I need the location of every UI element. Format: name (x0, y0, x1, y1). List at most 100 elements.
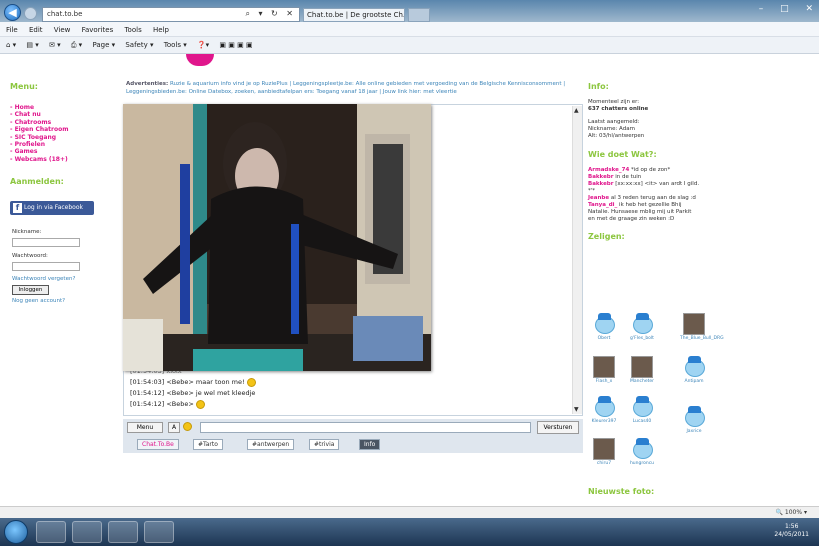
chat-messages: [01:54:03] xxxx [01:54:03] <Bebe> maar t… (130, 366, 570, 410)
right-sidebar: Info: Momenteel zijn er: 637 chatters on… (588, 82, 728, 241)
app-taskbar-icon[interactable] (72, 521, 102, 543)
webcam-frame-image (123, 104, 431, 371)
tab-info[interactable]: Info (359, 439, 381, 450)
system-clock[interactable]: 1:56 24/05/2011 (774, 523, 809, 539)
avatar-bird-icon (631, 396, 653, 418)
facebook-icon: f (13, 203, 22, 213)
menu-tools[interactable]: Tools (124, 26, 141, 34)
login-button[interactable]: Inloggen (12, 285, 49, 295)
scroll-down-icon[interactable]: ▼ (574, 406, 579, 413)
user-avatar[interactable]: Flash_x (590, 356, 618, 384)
facebook-label: Log in via Facebook (24, 204, 83, 211)
menu-file[interactable]: File (6, 26, 18, 34)
start-button-icon[interactable] (4, 520, 28, 544)
cmd-tools[interactable]: Tools ▾ (164, 41, 187, 49)
cmd-safety[interactable]: Safety ▾ (125, 41, 153, 49)
site-menu-own-chatroom[interactable]: - Eigen Chatroom (10, 126, 110, 133)
back-arrow-icon[interactable]: ◀ (4, 4, 21, 21)
chat-menu-button[interactable]: Menu (127, 422, 163, 433)
avatar-bird-icon (683, 356, 705, 378)
cmd-page[interactable]: Page ▾ (92, 41, 115, 49)
address-controls-icon[interactable]: ⌕ ▾ ↻ ✕ (245, 9, 296, 19)
forgot-password-link[interactable]: Wachtwoord vergeten? (12, 276, 75, 282)
tab-antwerpen[interactable]: #antwerpen (247, 439, 295, 450)
smiley-picker-icon[interactable] (183, 422, 192, 431)
user-avatar[interactable]: Jaxrice (680, 406, 708, 434)
address-bar[interactable]: chat.to.be ⌕ ▾ ↻ ✕ (42, 7, 300, 22)
nickname-input[interactable] (12, 238, 80, 247)
window-controls: – □ ✕ (745, 4, 813, 14)
help-icon[interactable]: ❓▾ (197, 41, 209, 49)
program-taskbar-icon[interactable] (144, 521, 174, 543)
avatar-bird-icon (593, 396, 615, 418)
send-button[interactable]: Versturen (537, 421, 579, 434)
user-avatar[interactable]: chiru7 (590, 438, 618, 466)
users-title: Zeligen: (588, 232, 625, 241)
folder-taskbar-icon[interactable] (108, 521, 138, 543)
site-menu-home[interactable]: - Home (10, 104, 110, 111)
feeds-icon[interactable]: ▤ ▾ (26, 41, 38, 49)
forward-button[interactable] (24, 7, 37, 20)
user-avatar[interactable]: g'Fles_bolt (628, 313, 656, 341)
maximize-icon[interactable]: □ (780, 4, 789, 14)
user-avatar[interactable]: Kleurer397 (590, 396, 618, 424)
tab-chat-to-be[interactable]: Chat.To.Be (137, 439, 179, 450)
menu-edit[interactable]: Edit (29, 26, 43, 34)
avatar-photo (593, 438, 615, 460)
site-menu-games[interactable]: - Games (10, 148, 110, 155)
mail-icon[interactable]: ✉ ▾ (49, 41, 61, 49)
info-line: Nickname: Adam (588, 126, 635, 132)
info-line: Laatst aangemeld: (588, 119, 640, 125)
browser-menubar: File Edit View Favorites Tools Help (0, 22, 819, 37)
user-avatar[interactable]: The_Blue_Bull_DRG (680, 313, 724, 341)
facebook-login-button[interactable]: f Log in via Facebook (10, 201, 94, 215)
menu-help[interactable]: Help (153, 26, 169, 34)
site-menu-sic[interactable]: - SIC Toegang (10, 134, 110, 141)
info-line: Alt: 03/hl/antwerpen (588, 133, 645, 139)
browser-statusbar: 🔍 100% ▾ (0, 506, 819, 518)
site-menu-chatrooms[interactable]: - Chatrooms (10, 119, 110, 126)
scroll-up-icon[interactable]: ▲ (574, 107, 579, 114)
smiley-icon (246, 377, 256, 387)
minimize-icon[interactable]: – (759, 4, 764, 14)
home-icon[interactable]: ⌂ ▾ (6, 41, 16, 49)
zoom-level[interactable]: 🔍 100% ▾ (776, 509, 807, 516)
ads-label: Advertenties: (126, 81, 169, 87)
chat-scrollbar[interactable]: ▲ ▼ (572, 106, 582, 414)
menu-view[interactable]: View (54, 26, 71, 34)
avatar-bird-icon (631, 438, 653, 460)
site-menu-profiles[interactable]: - Profielen (10, 141, 110, 148)
user-avatar[interactable]: Lucas40 (628, 396, 656, 424)
font-button[interactable]: A (168, 422, 180, 433)
wall-item: Bakkebr [xx:xx:xx] <it> van ardt I gild.… (588, 181, 700, 194)
register-link[interactable]: Nog geen account? (12, 298, 65, 304)
webcam-video[interactable] (123, 104, 431, 371)
smiley-icon (195, 399, 205, 409)
tab-tarto[interactable]: #Tarto (193, 439, 223, 450)
menu-favorites[interactable]: Favorites (82, 26, 114, 34)
avatar-bird-icon (631, 313, 653, 335)
ie-taskbar-icon[interactable] (36, 521, 66, 543)
wall-list: Armadske_74 *id op de zon* Bakkebr in de… (588, 167, 700, 223)
user-avatar[interactable]: Antipam (680, 356, 708, 384)
browser-titlebar: ◀ chat.to.be ⌕ ▾ ↻ ✕ Chat.to.be | De gro… (0, 0, 819, 22)
chat-message-input[interactable] (200, 422, 531, 433)
site-menu: - Home - Chat nu - Chatrooms - Eigen Cha… (10, 104, 110, 163)
close-icon[interactable]: ✕ (805, 4, 813, 14)
clock-time: 1:56 (784, 523, 799, 530)
password-input[interactable] (12, 262, 80, 271)
addon-icons[interactable]: ▣ ▣ ▣ ▣ (219, 41, 252, 49)
site-menu-chat[interactable]: - Chat nu (10, 111, 110, 118)
site-menu-webcams[interactable]: - Webcams (18+) (10, 156, 110, 163)
browser-tab[interactable]: Chat.to.be | De grootste Ch... (303, 8, 405, 22)
info-block: Momenteel zijn er: 637 chatters online L… (588, 99, 728, 140)
new-tab-button[interactable] (408, 8, 430, 22)
avatar-photo (683, 313, 705, 335)
user-avatar[interactable]: Mancheter (628, 356, 656, 384)
user-avatar[interactable]: hungroncu (628, 438, 656, 466)
user-avatar[interactable]: Obert (590, 313, 618, 341)
windows-taskbar: 1:56 24/05/2011 (0, 518, 819, 546)
ads-text[interactable]: Ruzie & aquarium info vind je op RuziePl… (126, 81, 565, 95)
tab-trivia[interactable]: #trivia (309, 439, 340, 450)
print-icon[interactable]: ⎙ ▾ (71, 41, 82, 49)
